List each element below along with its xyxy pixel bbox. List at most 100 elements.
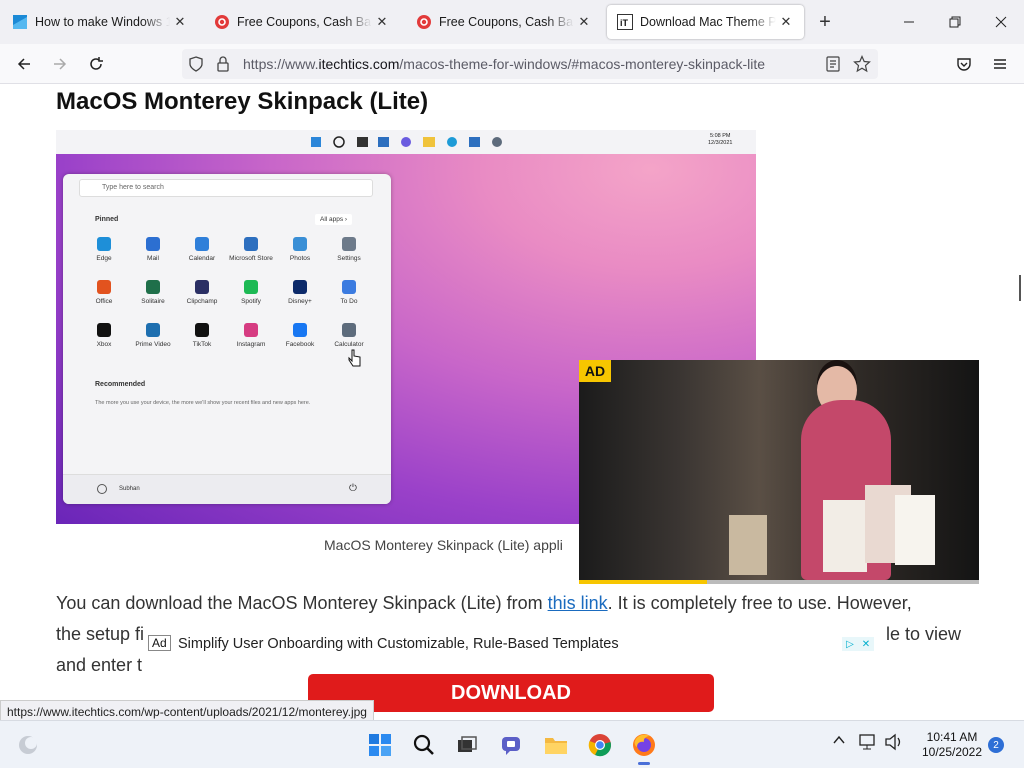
app-icon	[244, 280, 258, 294]
bookmark-star-icon[interactable]	[853, 55, 871, 78]
hamburger-menu-icon	[994, 59, 1006, 69]
reload-icon	[90, 57, 103, 70]
app-label: To Do	[340, 298, 358, 305]
show-hidden-icons-chevron[interactable]	[832, 733, 846, 750]
adchoices-control[interactable]: ▷ ✕	[842, 637, 874, 651]
pocket-icon	[957, 58, 971, 71]
video-progress-fill	[579, 580, 707, 584]
screenshot-all-apps: All apps ›	[315, 214, 353, 225]
scrollbar-thumb[interactable]	[1019, 275, 1021, 301]
app-icon	[146, 323, 160, 337]
back-button[interactable]	[10, 50, 38, 78]
screenshot-recommended-label: Recommended	[95, 381, 146, 388]
menu-button[interactable]	[986, 50, 1014, 78]
download-link[interactable]: this link	[548, 593, 608, 613]
app-label: Instagram	[236, 341, 266, 348]
app-icon	[342, 280, 356, 294]
itechtics-icon: iT	[617, 14, 633, 30]
reader-view-icon[interactable]	[826, 56, 840, 77]
page-content[interactable]: MacOS Monterey Skinpack (Lite) 5:08 PM 12…	[0, 85, 1024, 718]
chat-icon[interactable]	[495, 729, 527, 761]
search-icon[interactable]	[408, 729, 440, 761]
app-icon	[146, 280, 160, 294]
clock-time: 10:41 AM	[926, 730, 978, 744]
close-tab-icon[interactable]: ✕	[574, 12, 594, 32]
video-progress-bar[interactable]	[579, 580, 979, 584]
tab-strip: How to make Windows 11 lo ✕ Free Coupons…	[0, 0, 1024, 44]
screenshot-taskbar: 5:08 PM 12/3/2021	[56, 130, 756, 154]
shield-icon[interactable]	[188, 56, 204, 77]
app-label: Photos	[289, 255, 311, 262]
status-link-preview: https://www.itechtics.com/wp-content/upl…	[0, 700, 374, 722]
app-label: Calculator	[334, 341, 364, 348]
screenshot-start-footer: Subhan ⏻	[63, 474, 391, 504]
address-bar[interactable]: https://www.itechtics.com/macos-theme-fo…	[182, 49, 878, 79]
screenshot-app-tile: Facebook	[275, 323, 325, 348]
close-tab-icon[interactable]: ✕	[372, 12, 392, 32]
adchoices-icon[interactable]: ▷	[842, 637, 858, 651]
video-advertisement[interactable]: AD	[579, 360, 979, 584]
close-tab-icon[interactable]: ✕	[170, 12, 190, 32]
banner-ad-text[interactable]: Simplify User Onboarding with Customizab…	[178, 636, 619, 652]
system-clock[interactable]: 10:41 AM 10/25/2022	[912, 730, 992, 760]
volume-icon[interactable]	[884, 733, 904, 754]
url-text[interactable]: https://www.itechtics.com/macos-theme-fo…	[243, 56, 765, 72]
chrome-icon[interactable]	[584, 729, 616, 761]
close-tab-icon[interactable]: ✕	[776, 12, 796, 32]
lock-icon[interactable]	[216, 56, 230, 77]
forward-arrow-icon	[54, 58, 67, 70]
firefox-icon[interactable]	[628, 729, 660, 765]
app-label: TikTok	[192, 341, 212, 348]
app-label: Spotify	[241, 298, 261, 305]
restore-button[interactable]	[932, 0, 978, 44]
image-caption: MacOS Monterey Skinpack (Lite) appli	[324, 537, 563, 553]
windows-logo-icon	[12, 14, 28, 30]
coupon-site-icon	[214, 14, 230, 30]
power-icon: ⏻	[349, 483, 357, 494]
banner-advertisement[interactable]: Ad Simplify User Onboarding with Customi…	[144, 631, 880, 657]
svg-text:iT: iT	[620, 18, 629, 28]
close-ad-icon[interactable]: ✕	[858, 637, 874, 651]
notification-badge[interactable]: 2	[988, 737, 1004, 753]
tab-windows11[interactable]: How to make Windows 11 lo ✕	[2, 5, 198, 39]
reload-button[interactable]	[82, 50, 110, 78]
file-explorer-icon[interactable]	[540, 729, 572, 761]
app-label: Xbox	[96, 341, 112, 348]
article-heading: MacOS Monterey Skinpack (Lite)	[56, 88, 429, 115]
minimize-button[interactable]	[886, 0, 932, 44]
task-view-icon[interactable]	[451, 729, 483, 761]
clock-date: 10/25/2022	[921, 745, 983, 759]
app-icon	[244, 323, 258, 337]
screenshot-app-tile: TikTok	[177, 323, 227, 348]
app-icon	[97, 280, 111, 294]
screenshot-recommended-text: The more you use your device, the more w…	[95, 400, 311, 406]
screenshot-app-tile: Microsoft Store	[226, 237, 276, 262]
tab-mac-theme[interactable]: iT Download Mac Theme Pack ✕	[607, 5, 804, 39]
app-icon	[97, 237, 111, 251]
tab-coupons-1[interactable]: Free Coupons, Cash Back & ✕	[204, 5, 400, 39]
tab-coupons-2[interactable]: Free Coupons, Cash Back & ✕	[406, 5, 602, 39]
app-icon	[293, 237, 307, 251]
navigation-bar: https://www.itechtics.com/macos-theme-fo…	[0, 44, 1024, 84]
app-label: Facebook	[285, 341, 315, 348]
app-label: Edge	[96, 255, 112, 262]
screenshot-app-tile: Prime Video	[128, 323, 178, 348]
new-tab-button[interactable]: +	[814, 11, 836, 33]
article-paragraph-line-2: the setup fi le to view	[56, 624, 962, 644]
shopping-bag	[895, 495, 935, 565]
forward-button[interactable]	[46, 50, 74, 78]
screenshot-app-tile: Spotify	[226, 280, 276, 305]
close-window-button[interactable]	[978, 0, 1024, 44]
screenshot-app-tile: Calculator	[324, 323, 374, 348]
start-icon[interactable]	[364, 729, 396, 761]
windows-taskbar: 10:41 AM 10/25/2022 2	[0, 720, 1024, 768]
shopping-bag	[729, 515, 767, 575]
user-avatar-icon	[97, 484, 107, 494]
app-label: Solitaire	[141, 298, 165, 305]
ad-badge: AD	[579, 360, 611, 382]
article-paragraph-line-3: and enter t	[56, 655, 143, 675]
pocket-button[interactable]	[950, 50, 978, 78]
weather-widget-icon[interactable]	[12, 729, 44, 761]
shopping-bag	[823, 500, 867, 572]
network-icon[interactable]	[858, 733, 878, 754]
